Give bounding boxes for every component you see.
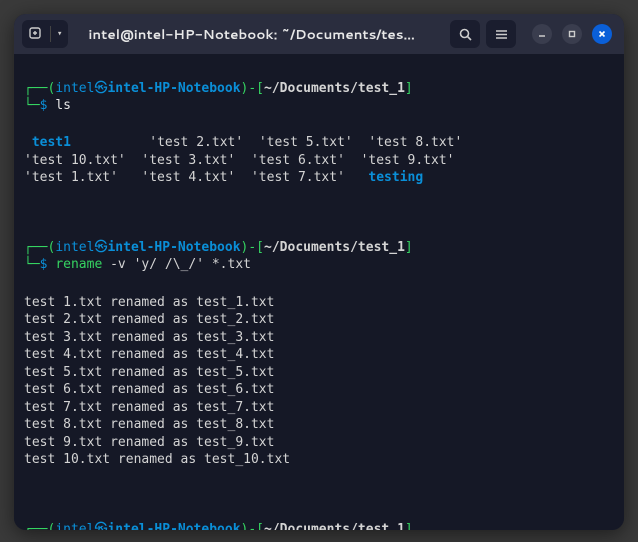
close-icon xyxy=(597,29,607,39)
command-2: rename xyxy=(55,257,102,272)
command-1: ls xyxy=(55,98,71,113)
prompt-2: ┌──(intel㉿intel-HP-Notebook)-[~/Document… xyxy=(24,239,614,274)
titlebar: ▾ intel@intel-HP-Notebook: ~/Documents/t… xyxy=(14,14,624,54)
minimize-button[interactable] xyxy=(532,24,552,44)
search-icon xyxy=(458,27,473,42)
search-button[interactable] xyxy=(450,20,480,48)
window-title: intel@intel-HP-Notebook: ~/Documents/tes… xyxy=(74,25,444,44)
terminal-body[interactable]: ┌──(intel㉿intel-HP-Notebook)-[~/Document… xyxy=(14,54,624,530)
prompt-1: ┌──(intel㉿intel-HP-Notebook)-[~/Document… xyxy=(24,80,614,115)
new-tab-icon xyxy=(28,26,44,42)
hamburger-icon xyxy=(494,27,509,42)
minimize-icon xyxy=(537,29,547,39)
prompt-3: ┌──(intel㉿intel-HP-Notebook)-[~/Document… xyxy=(24,521,614,530)
menu-button[interactable] xyxy=(486,20,516,48)
terminal-window: ▾ intel@intel-HP-Notebook: ~/Documents/t… xyxy=(14,14,624,530)
chevron-down-icon[interactable]: ▾ xyxy=(57,29,62,39)
rename-output: test 1.txt renamed as test_1.txt test 2.… xyxy=(24,294,614,469)
maximize-button[interactable] xyxy=(562,24,582,44)
close-button[interactable] xyxy=(592,24,612,44)
divider xyxy=(50,26,51,42)
new-tab-button[interactable]: ▾ xyxy=(22,20,68,48)
window-controls xyxy=(522,24,616,44)
maximize-icon xyxy=(567,29,577,39)
ls-output: test1 'test 2.txt' 'test 5.txt' 'test 8.… xyxy=(24,134,614,187)
